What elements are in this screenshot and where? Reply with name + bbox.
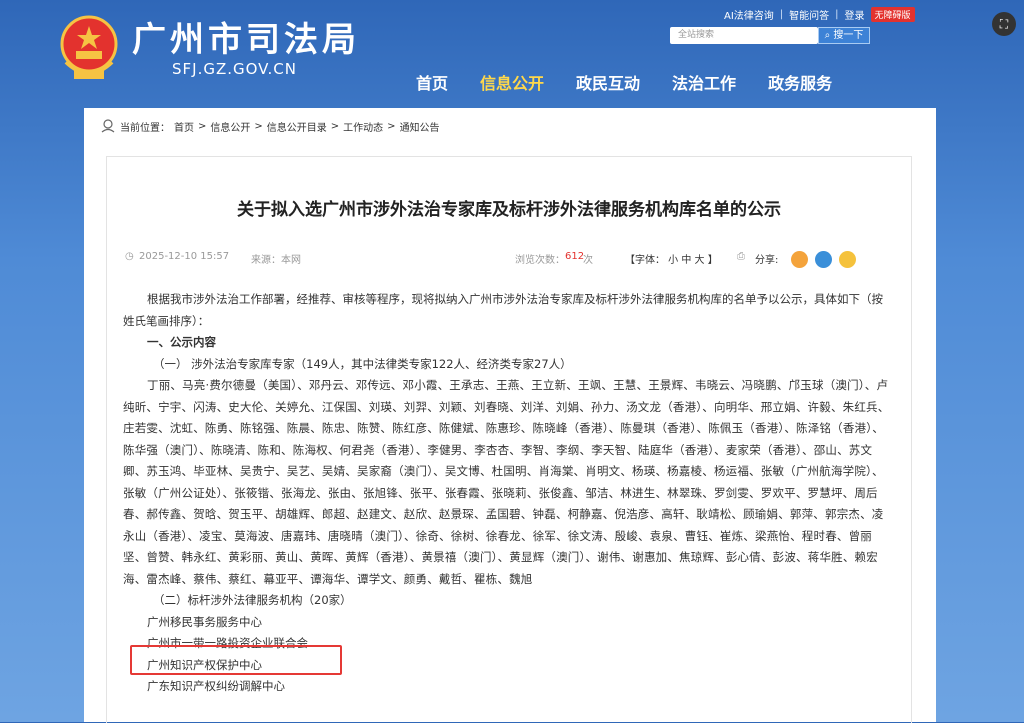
search-icon: ⌕ xyxy=(824,30,831,41)
smart-qa-link[interactable]: 智能问答 xyxy=(789,7,829,22)
views-count: 612 xyxy=(565,251,585,262)
intro-paragraph: 根据我市涉外法治工作部署，经推荐、审核等程序，现将拟纳入广州市涉外法治专家库及标… xyxy=(123,292,883,328)
ai-legal-consult-link[interactable]: AI法律咨询 xyxy=(724,7,774,22)
views-unit: 次 xyxy=(583,255,593,266)
national-emblem-icon xyxy=(60,15,118,79)
article: 关于拟入选广州市涉外法治专家库及标杆涉外法律服务机构库名单的公示 ◷ 2025-… xyxy=(106,156,912,723)
expert-names: 丁丽、马亮·费尔德曼（美国）、邓丹云、邓传远、邓小霞、王承志、王燕、王立新、王飒… xyxy=(123,378,890,586)
search-button-label: 搜一下 xyxy=(833,30,864,41)
search-input[interactable]: 全站搜索 xyxy=(670,27,818,44)
breadcrumb: 当前位置： 首页 > 信息公开 > 信息公开目录 > 工作动态 > 通知公告 xyxy=(100,118,440,134)
institution-subheading: （二）标杆涉外法律服务机构（20家） xyxy=(153,593,352,607)
breadcrumb-info-disclosure[interactable]: 信息公开 xyxy=(210,119,250,134)
breadcrumb-notices[interactable]: 通知公告 xyxy=(400,119,440,134)
main-nav: 首页 信息公开 政民互动 法治工作 政务服务 xyxy=(400,70,848,94)
article-body: 根据我市涉外法治工作部署，经推荐、审核等程序，现将拟纳入广州市涉外法治专家库及标… xyxy=(123,289,893,698)
content-panel: 当前位置： 首页 > 信息公开 > 信息公开目录 > 工作动态 > 通知公告 关于拟入选… xyxy=(84,108,936,723)
clock-icon: ◷ xyxy=(125,251,134,262)
list-item: 广州移民事务服务中心 xyxy=(147,614,262,629)
section-heading: 一、公示内容 xyxy=(147,335,216,349)
top-links: AI法律咨询 | 智能问答 | 登录 无障碍版 xyxy=(724,7,915,22)
expert-subheading: （一） 涉外法治专家库专家（149人，其中法律类专家122人、经济类专家27人） xyxy=(153,356,572,371)
article-meta: ◷ 2025-12-10 15:57 来源：本网 浏览次数： 612 次 【字体… xyxy=(125,251,891,268)
site-header: 广州市司法局 SFJ.GZ.GOV.CN AI法律咨询 | 智能问答 | 登录 … xyxy=(0,0,1024,100)
location-pin-icon xyxy=(101,119,115,133)
views-label: 浏览次数： xyxy=(515,255,565,266)
highlight-annotation xyxy=(130,645,342,675)
login-link[interactable]: 登录 xyxy=(845,7,865,22)
weibo-share-icon[interactable] xyxy=(791,251,808,268)
qq-share-icon[interactable] xyxy=(815,251,832,268)
accessibility-badge[interactable]: 无障碍版 xyxy=(870,7,915,22)
share-label: 分享: xyxy=(755,255,779,266)
breadcrumb-info-catalog[interactable]: 信息公开目录 xyxy=(267,119,327,134)
breadcrumb-work-news[interactable]: 工作动态 xyxy=(343,119,383,134)
source: 来源：本网 xyxy=(251,255,301,266)
nav-home[interactable]: 首页 xyxy=(400,70,464,94)
nav-info-disclosure[interactable]: 信息公开 xyxy=(464,70,560,94)
breadcrumb-home[interactable]: 首页 xyxy=(174,119,194,134)
site-title: 广州市司法局 xyxy=(132,20,360,60)
publish-date: 2025-12-10 15:57 xyxy=(139,251,230,262)
list-item: 广东知识产权纠纷调解中心 xyxy=(147,679,285,693)
favorite-share-icon[interactable] xyxy=(839,251,856,268)
font-size-control[interactable]: 【字体： 小 中 大 】 xyxy=(625,251,718,266)
nav-public-interaction[interactable]: 政民互动 xyxy=(560,70,656,94)
nav-rule-of-law[interactable]: 法治工作 xyxy=(656,70,752,94)
print-icon[interactable]: ⎙ xyxy=(737,251,745,262)
scan-icon[interactable]: ⛶ xyxy=(992,12,1016,36)
site-domain: SFJ.GZ.GOV.CN xyxy=(172,60,297,78)
article-title: 关于拟入选广州市涉外法治专家库及标杆涉外法律服务机构库名单的公示 xyxy=(237,200,781,220)
nav-gov-services[interactable]: 政务服务 xyxy=(752,70,848,94)
breadcrumb-prefix: 当前位置： xyxy=(120,122,170,134)
search-button[interactable]: ⌕ 搜一下 xyxy=(818,27,870,44)
